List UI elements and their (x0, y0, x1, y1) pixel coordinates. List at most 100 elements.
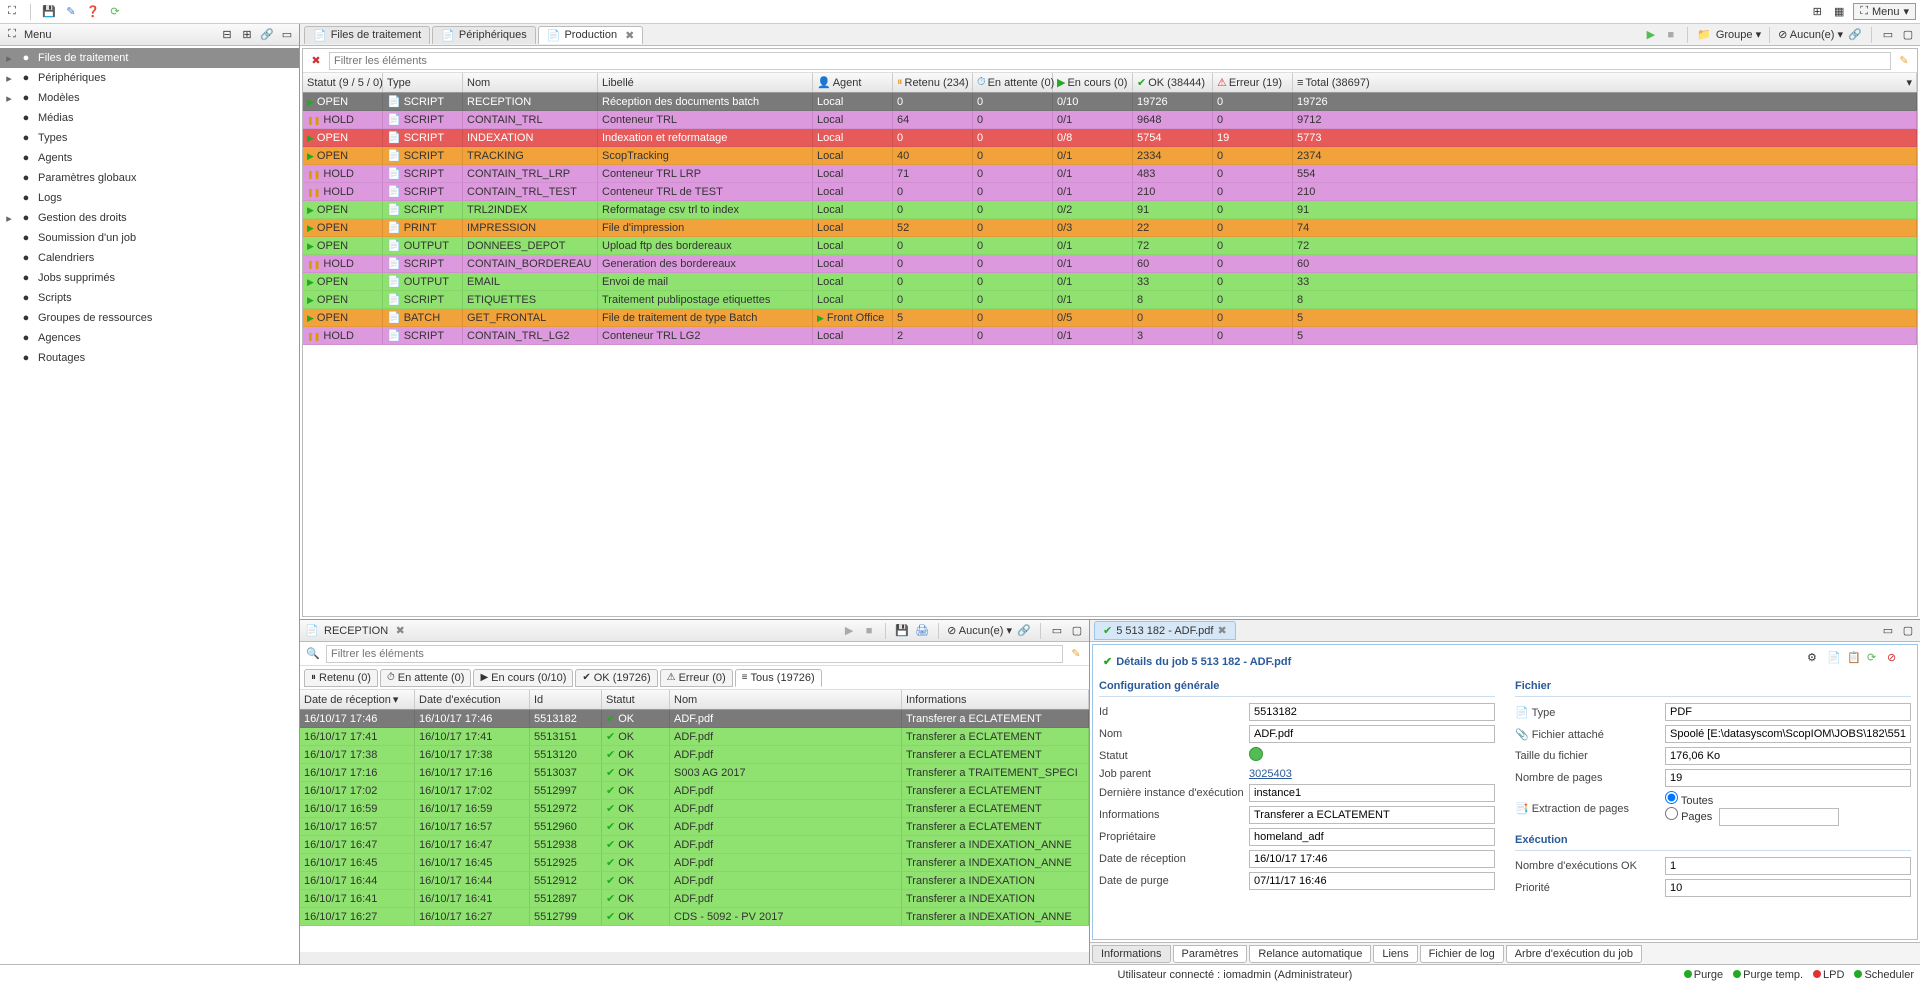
d-refresh-icon[interactable]: ⟳ (1867, 651, 1883, 667)
r-print-icon[interactable]: 🖨 (914, 623, 930, 639)
field-attach[interactable] (1665, 725, 1911, 743)
tree-item[interactable]: ●Calendriers (0, 248, 299, 268)
close-icon[interactable]: ✖ (625, 29, 634, 42)
field-prio[interactable] (1665, 879, 1911, 897)
grid-icon[interactable]: ⊞ (1809, 4, 1825, 20)
job-row[interactable]: 16/10/17 16:5916/10/17 16:595512972✔ OKA… (300, 800, 1089, 818)
edit-icon[interactable]: ✎ (63, 4, 79, 20)
r-max-icon[interactable]: ▢ (1069, 623, 1085, 639)
prod-row[interactable]: OPEN📄SCRIPTINDEXATIONIndexation et refor… (303, 129, 1917, 147)
field-pages-range[interactable] (1719, 808, 1839, 826)
status-lpd[interactable]: LPD (1813, 969, 1844, 981)
prod-row[interactable]: HOLD📄SCRIPTCONTAIN_BORDEREAUGeneration d… (303, 255, 1917, 273)
col-statut[interactable]: Statut (9 / 5 / 0) (303, 73, 383, 92)
field-taille[interactable] (1665, 747, 1911, 765)
col-id[interactable]: Id (530, 690, 602, 709)
status-tab[interactable]: ✔OK (19726) (575, 669, 657, 687)
tree-item[interactable]: ●Types (0, 128, 299, 148)
status-tab[interactable]: ≡Tous (19726) (735, 669, 822, 687)
r-save-icon[interactable]: 💾 (894, 623, 910, 639)
close-reception-icon[interactable]: ✖ (392, 623, 408, 639)
job-row[interactable]: 16/10/17 17:4116/10/17 17:415513151✔ OKA… (300, 728, 1089, 746)
field-type[interactable] (1665, 703, 1911, 721)
d-min-icon[interactable]: ▭ (1880, 623, 1896, 639)
col-libelle[interactable]: Libellé (598, 73, 813, 92)
job-row[interactable]: 16/10/17 16:4116/10/17 16:415512897✔ OKA… (300, 890, 1089, 908)
details-tab[interactable]: ✔ 5 513 182 - ADF.pdf ✖ (1094, 621, 1236, 640)
r-stop-icon[interactable]: ■ (861, 623, 877, 639)
prod-row[interactable]: OPEN📄SCRIPTTRL2INDEXReformatage csv trl … (303, 201, 1917, 219)
prod-row[interactable]: HOLD📄SCRIPTCONTAIN_TRL_LRPConteneur TRL … (303, 165, 1917, 183)
filter-input[interactable] (329, 52, 1891, 70)
tree-item[interactable]: ●Paramètres globaux (0, 168, 299, 188)
d-max-icon[interactable]: ▢ (1900, 623, 1916, 639)
collapse-icon[interactable]: ⊟ (219, 27, 235, 43)
save-icon[interactable]: 💾 (41, 4, 57, 20)
d-copy-icon[interactable]: 📋 (1847, 651, 1863, 667)
r-aucune-dropdown[interactable]: ⊘ Aucun(e) ▾ (947, 624, 1012, 637)
details-subtab[interactable]: Paramètres (1173, 945, 1248, 963)
close-details-icon[interactable]: ✖ (1217, 624, 1226, 637)
tree-item[interactable]: ▸●Gestion des droits (0, 208, 299, 228)
prod-row[interactable]: OPEN📄SCRIPTETIQUETTESTraitement publipos… (303, 291, 1917, 309)
radio-pages[interactable]: Pages (1665, 811, 1712, 823)
status-purge-temp[interactable]: Purge temp. (1733, 969, 1803, 981)
main-tab[interactable]: 📄Périphériques (432, 26, 536, 44)
r-min-icon[interactable]: ▭ (1049, 623, 1065, 639)
status-tab[interactable]: ▶En cours (0/10) (473, 669, 573, 687)
status-tab[interactable]: ⚠Erreur (0) (660, 669, 733, 687)
r-apply-filter-icon[interactable]: ✎ (1067, 645, 1085, 663)
job-row[interactable]: 16/10/17 16:5716/10/17 16:575512960✔ OKA… (300, 818, 1089, 836)
min-panel-icon[interactable]: ▭ (1880, 27, 1896, 43)
col-info[interactable]: Informations (902, 690, 1089, 709)
expand-icon[interactable]: ⊞ (239, 27, 255, 43)
col-nom[interactable]: Nom (463, 73, 598, 92)
details-subtab[interactable]: Informations (1092, 945, 1171, 963)
status-tab[interactable]: ⏸Retenu (0) (304, 669, 378, 687)
status-tab[interactable]: ⏱En attente (0) (380, 669, 471, 687)
menu-toggle-button[interactable]: ⛶ Menu ▾ (1853, 3, 1916, 20)
help-icon[interactable]: ❓ (85, 4, 101, 20)
link2-icon[interactable]: 🔗 (1847, 27, 1863, 43)
refresh-icon[interactable]: ⟳ (107, 4, 123, 20)
tree-item[interactable]: ●Scripts (0, 288, 299, 308)
r-clear-filter-icon[interactable]: 🔍 (304, 645, 322, 663)
job-row[interactable]: 16/10/17 17:1616/10/17 17:165513037✔ OKS… (300, 764, 1089, 782)
r-link-icon[interactable]: 🔗 (1016, 623, 1032, 639)
tree-item[interactable]: ▸●Modèles (0, 88, 299, 108)
tree-item[interactable]: ●Groupes de ressources (0, 308, 299, 328)
tree-item[interactable]: ●Agents (0, 148, 299, 168)
job-row[interactable]: 16/10/17 17:4616/10/17 17:465513182✔ OKA… (300, 710, 1089, 728)
field-instance[interactable] (1249, 784, 1495, 802)
tree-item[interactable]: ●Médias (0, 108, 299, 128)
r-filter-input[interactable] (326, 645, 1063, 663)
tree-item[interactable]: ●Logs (0, 188, 299, 208)
prod-row[interactable]: OPEN📄SCRIPTRECEPTIONRéception des docume… (303, 93, 1917, 111)
details-subtab[interactable]: Fichier de log (1420, 945, 1504, 963)
tree-item[interactable]: ●Routages (0, 348, 299, 368)
tree-item[interactable]: ▸●Files de traitement (0, 48, 299, 68)
status-purge[interactable]: Purge (1684, 969, 1723, 981)
prod-row[interactable]: OPEN📄OUTPUTDONNEES_DEPOTUpload ftp des b… (303, 237, 1917, 255)
clear-filter-icon[interactable]: ✖ (307, 52, 325, 70)
field-prop[interactable] (1249, 828, 1495, 846)
job-row[interactable]: 16/10/17 16:4416/10/17 16:445512912✔ OKA… (300, 872, 1089, 890)
d-gear-icon[interactable]: ⚙ (1807, 651, 1823, 667)
field-purge[interactable] (1249, 872, 1495, 890)
play-icon[interactable]: ▶ (1643, 27, 1659, 43)
r-play-icon[interactable]: ▶ (841, 623, 857, 639)
groupe-dropdown[interactable]: Groupe ▾ (1716, 28, 1761, 41)
stop-icon[interactable]: ■ (1663, 27, 1679, 43)
col-date-reception[interactable]: Date de réception ▾ (300, 690, 415, 709)
link-icon[interactable]: 🔗 (259, 27, 275, 43)
job-row[interactable]: 16/10/17 16:4716/10/17 16:475512938✔ OKA… (300, 836, 1089, 854)
col-nom-job[interactable]: Nom (670, 690, 902, 709)
max-panel-icon[interactable]: ▢ (1900, 27, 1916, 43)
prod-row[interactable]: HOLD📄SCRIPTCONTAIN_TRL_LG2Conteneur TRL … (303, 327, 1917, 345)
field-id[interactable] (1249, 703, 1495, 721)
prod-row[interactable]: OPEN📄BATCHGET_FRONTALFile de traitement … (303, 309, 1917, 327)
prod-row[interactable]: OPEN📄PRINTIMPRESSIONFile d'impressionLoc… (303, 219, 1917, 237)
parent-link[interactable]: 3025403 (1249, 768, 1292, 780)
apply-filter-icon[interactable]: ✎ (1895, 52, 1913, 70)
tree-item[interactable]: ●Soumission d'un job (0, 228, 299, 248)
